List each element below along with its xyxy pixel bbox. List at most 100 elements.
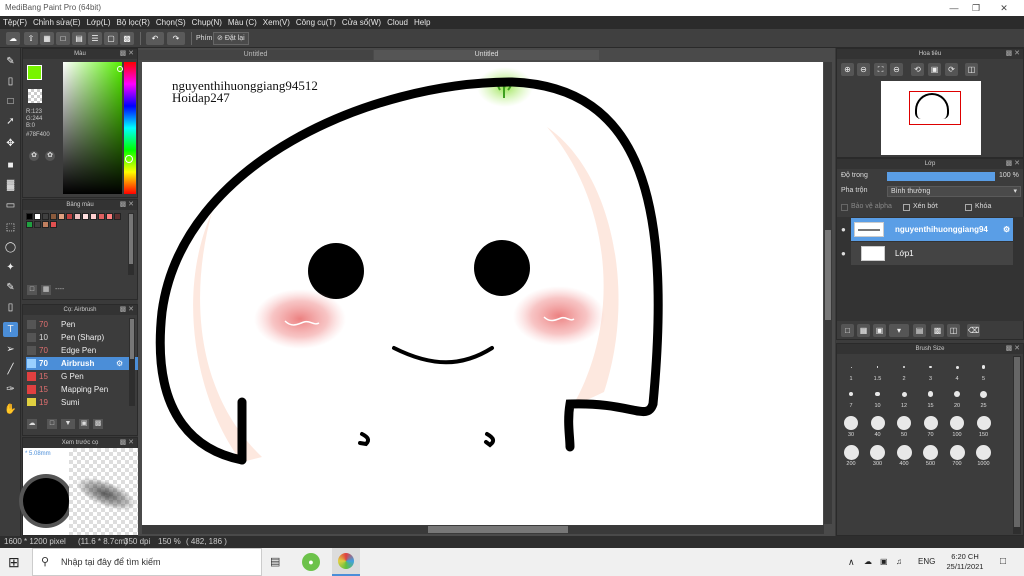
brush-size-option[interactable]: 15: [919, 383, 943, 409]
brush-size-option[interactable]: 150: [972, 410, 996, 438]
merge-layer-icon[interactable]: ◫: [947, 324, 960, 337]
menu-window[interactable]: Cửa sổ(W): [339, 16, 384, 29]
brush-size-option[interactable]: 10: [866, 383, 890, 409]
magic-wand-icon[interactable]: ✦: [3, 260, 18, 275]
layer-folder-icon[interactable]: ▤: [913, 324, 926, 337]
brush-size-option[interactable]: 300: [866, 439, 890, 467]
reset-view-icon[interactable]: ▣: [928, 63, 941, 76]
brush-cloud-icon[interactable]: ☁: [27, 419, 37, 429]
brush-size-option[interactable]: 25: [972, 383, 996, 409]
brush-size-option[interactable]: 1.5: [866, 356, 890, 382]
delete-layer-icon[interactable]: ⌫: [967, 324, 980, 337]
hue-slider-handle[interactable]: [125, 155, 133, 163]
fill-rect-tool-icon[interactable]: ■: [3, 158, 18, 173]
app-icon-pinned[interactable]: ●: [302, 553, 320, 571]
windows-start-icon[interactable]: ⊞: [8, 554, 20, 570]
brush-size-option[interactable]: 5: [972, 356, 996, 382]
brush-size-option[interactable]: 50: [892, 410, 916, 438]
new-8bit-layer-icon[interactable]: ▣: [873, 324, 886, 337]
menu-filter[interactable]: Bộ lọc(R): [114, 16, 153, 29]
palette-swatch[interactable]: [34, 213, 41, 220]
line-tool-icon[interactable]: ➚: [3, 114, 18, 129]
panel-controls-icon[interactable]: ▩ ✕: [120, 305, 134, 315]
divide-tool-icon[interactable]: ╱: [3, 362, 18, 377]
palette-alt-icon[interactable]: ✿: [45, 151, 55, 161]
close-button[interactable]: ✕: [990, 0, 1018, 16]
palette-swatch[interactable]: [50, 213, 57, 220]
brush-size-option[interactable]: 100: [945, 410, 969, 438]
menu-edit[interactable]: Chỉnh sửa(E): [30, 16, 84, 29]
brush-size-option[interactable]: 700: [945, 439, 969, 467]
palette-swatch[interactable]: [90, 213, 97, 220]
new-layer-icon[interactable]: □: [841, 324, 854, 337]
menu-tools[interactable]: Công cụ(T): [293, 16, 339, 29]
layer-row-text[interactable]: nguyenthihuonggiang94 ⚙: [851, 218, 1013, 241]
task-view-icon[interactable]: ▤: [270, 554, 280, 570]
sv-picker-handle[interactable]: [117, 66, 123, 72]
zoom-out-icon[interactable]: ⊖: [857, 63, 870, 76]
medibang-taskbar-button[interactable]: [332, 548, 360, 576]
brush-list-scrollbar[interactable]: [129, 318, 135, 406]
brush-size-option[interactable]: 12: [892, 383, 916, 409]
drawing-canvas[interactable]: nguyenthihuonggiang94512 Hoidap247: [142, 62, 823, 525]
panel-controls-icon[interactable]: ▩ ✕: [1006, 344, 1020, 354]
move-tool-icon[interactable]: ✥: [3, 136, 18, 151]
text-tool-icon[interactable]: T: [3, 322, 18, 337]
menu-snap[interactable]: Chụp(N): [189, 16, 225, 29]
brush-size-scrollbar[interactable]: [1013, 356, 1021, 534]
duplicate-layer-icon[interactable]: ▩: [931, 324, 944, 337]
eyedropper-icon[interactable]: ✑: [3, 382, 18, 397]
palette-swatch[interactable]: [42, 213, 49, 220]
palette-swatch[interactable]: [98, 213, 105, 220]
document-tab-active[interactable]: Untitled: [374, 50, 599, 60]
saturation-value-picker[interactable]: [63, 62, 122, 194]
palette-swatch[interactable]: [82, 213, 89, 220]
brush-size-option[interactable]: 30: [839, 410, 863, 438]
lock-checkbox[interactable]: [965, 204, 972, 211]
taskbar-search-box[interactable]: ⚲ Nhập tại đây để tìm kiếm: [32, 548, 262, 576]
actual-size-icon[interactable]: ⊖: [890, 63, 903, 76]
brush-size-option[interactable]: 70: [919, 410, 943, 438]
palette-swatch[interactable]: [26, 213, 33, 220]
delete-palette-icon[interactable]: ▦: [41, 285, 51, 295]
redo-icon[interactable]: ↷: [167, 32, 185, 45]
brush-duplicate-icon[interactable]: ▩: [93, 419, 103, 429]
brush-copy-icon[interactable]: ▼: [61, 419, 75, 429]
list-icon[interactable]: ☰: [88, 32, 102, 45]
menu-layer[interactable]: Lớp(L): [84, 16, 114, 29]
maximize-button[interactable]: ❐: [962, 0, 990, 16]
select-eraser-icon[interactable]: ▯: [3, 300, 18, 315]
palette-swatch[interactable]: [42, 221, 49, 228]
brush-size-option[interactable]: 200: [839, 439, 863, 467]
brush-size-option[interactable]: 400: [892, 439, 916, 467]
eraser-tool-icon[interactable]: ▯: [3, 74, 18, 89]
panel-controls-icon[interactable]: ▩ ✕: [120, 200, 134, 210]
protect-alpha-checkbox[interactable]: [841, 204, 848, 211]
shape-tool-icon[interactable]: □: [3, 94, 18, 109]
undo-icon[interactable]: ↶: [146, 32, 164, 45]
horizontal-scrollbar[interactable]: [142, 525, 824, 534]
palette-swatch[interactable]: [50, 221, 57, 228]
panel-controls-icon[interactable]: ▩ ✕: [1006, 49, 1020, 59]
select-tool-icon[interactable]: ⬚: [3, 220, 18, 235]
hand-tool-icon[interactable]: ✋: [3, 402, 18, 417]
brush-size-option[interactable]: 2: [892, 356, 916, 382]
brush-size-option[interactable]: 3: [919, 356, 943, 382]
flip-icon[interactable]: ◫: [965, 63, 978, 76]
select-pen-icon[interactable]: ✎: [3, 280, 18, 295]
vertical-scrollbar[interactable]: [824, 62, 832, 524]
panel-controls-icon[interactable]: ▩ ✕: [120, 438, 134, 448]
menu-cloud[interactable]: Cloud: [384, 16, 411, 29]
rotate-left-icon[interactable]: ⟲: [911, 63, 924, 76]
navigator-thumbnail[interactable]: [881, 81, 981, 155]
network-icon[interactable]: ▣: [880, 548, 888, 576]
menu-view[interactable]: Xem(V): [260, 16, 293, 29]
menu-file[interactable]: Tệp(F): [0, 16, 30, 29]
transparent-swatch[interactable]: [28, 89, 42, 103]
brush-size-option[interactable]: 500: [919, 439, 943, 467]
brush-size-option[interactable]: 1: [839, 356, 863, 382]
brush-add-icon[interactable]: □: [47, 419, 57, 429]
add-layer-dropdown-icon[interactable]: ▾: [889, 324, 909, 337]
operation-tool-icon[interactable]: ➢: [3, 342, 18, 357]
visibility-eye-icon[interactable]: ●: [841, 225, 846, 234]
